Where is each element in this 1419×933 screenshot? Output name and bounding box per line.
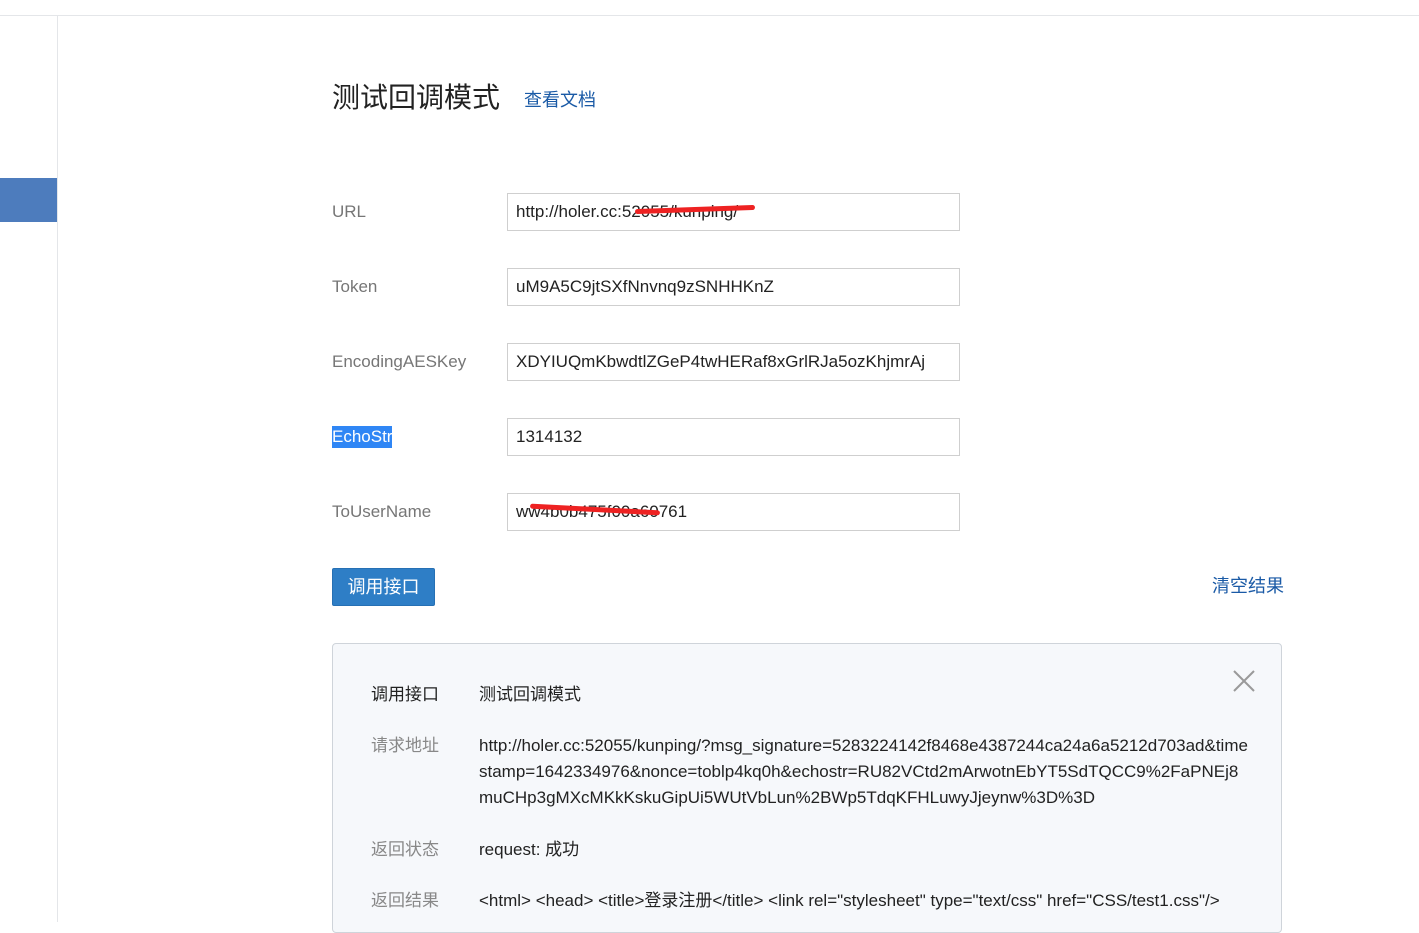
to-user-name-label: ToUserName [332,502,432,521]
to-user-name-input[interactable] [507,493,960,531]
result-api-label: 调用接口 [371,685,439,704]
call-api-button[interactable]: 调用接口 [332,568,435,606]
echostr-label: EchoStr [332,426,393,448]
url-input[interactable] [507,193,960,231]
result-status-label: 返回状态 [371,840,439,859]
token-input[interactable] [507,268,960,306]
url-label: URL [332,202,367,221]
result-body-value: <html> <head> <title>登录注册</title> <link … [479,891,1220,910]
view-docs-link[interactable]: 查看文档 [524,89,596,111]
encoding-aes-key-label: EncodingAESKey [332,352,467,371]
clear-results-link[interactable]: 清空结果 [1212,574,1284,598]
echostr-input[interactable] [507,418,960,456]
token-label: Token [332,277,378,296]
result-api-value: 测试回调模式 [479,685,581,704]
top-divider [0,15,1419,16]
sidebar-active-item[interactable] [0,178,57,222]
sidebar-divider [57,16,58,922]
result-request-url-value: http://holer.cc:52055/kunping/?msg_signa… [479,736,1248,807]
encoding-aes-key-input[interactable] [507,343,960,381]
page-title: 测试回调模式 [332,82,501,113]
result-body-label: 返回结果 [371,891,439,910]
result-status-value: request: 成功 [479,840,580,859]
result-request-url-label: 请求地址 [371,736,439,755]
